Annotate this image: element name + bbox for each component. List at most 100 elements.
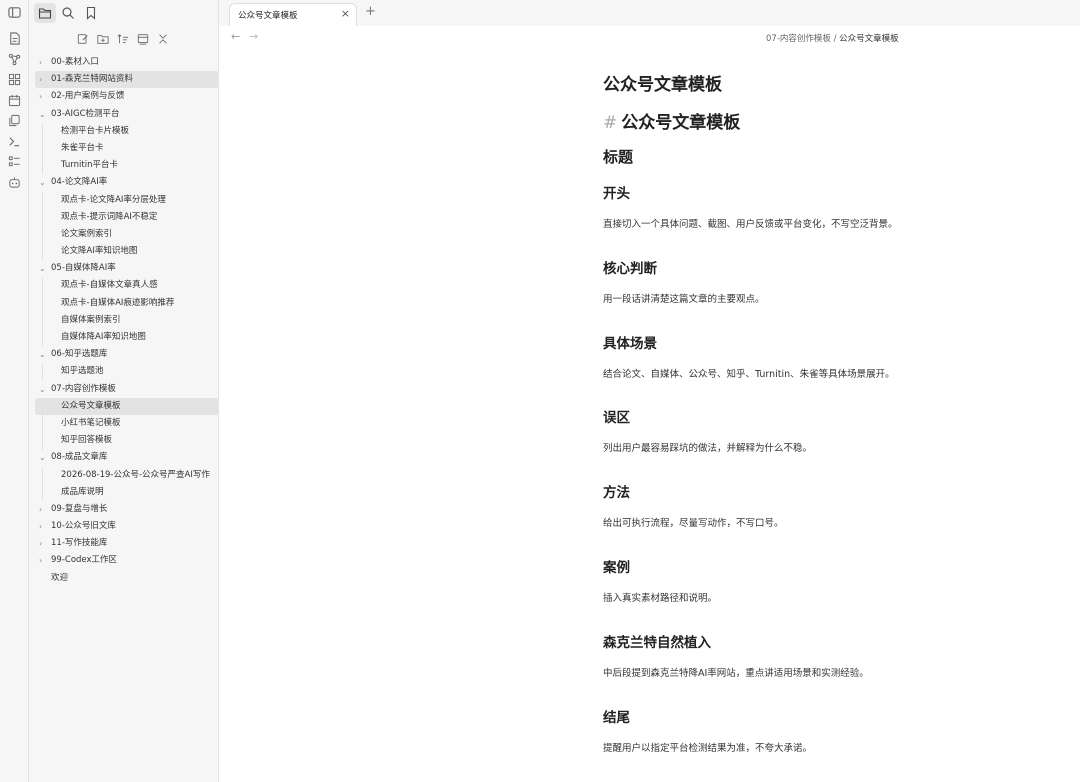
forward-arrow-icon[interactable]: → <box>249 30 258 43</box>
section-heading[interactable]: 森克兰特自然植入 <box>603 631 711 651</box>
tree-file-item[interactable]: 论文降AI率知识地图 <box>35 243 219 260</box>
chevron-right-icon[interactable]: › <box>39 501 47 518</box>
tree-item-label: 观点卡-自媒体AI痕迹影响推荐 <box>61 297 175 308</box>
tree-file-item[interactable]: 知乎选题池 <box>35 363 219 380</box>
section-paragraph[interactable]: 列出用户最容易踩坑的做法，并解释为什么不稳。 <box>603 440 812 454</box>
section-heading[interactable]: 核心判断 <box>603 257 657 277</box>
list-icon[interactable] <box>8 155 21 168</box>
back-arrow-icon[interactable]: ← <box>231 30 240 43</box>
file-icon[interactable] <box>8 32 21 45</box>
tree-folder-item[interactable]: ⌄ 08-成品文章库 <box>35 449 219 466</box>
tree-file-item[interactable]: 2026-08-19-公众号-公众号严查AI写作 <box>35 467 219 484</box>
tree-file-item[interactable]: Turnitin平台卡 <box>35 157 219 174</box>
tree-file-item[interactable]: 自媒体降AI率知识地图 <box>35 329 219 346</box>
section-paragraph[interactable]: 结合论文、自媒体、公众号、知乎、Turnitin、朱雀等具体场景展开。 <box>603 366 895 380</box>
tree-file-item[interactable]: 观点卡-提示词降AI不稳定 <box>35 209 219 226</box>
tree-item-label: 07-内容创作模板 <box>51 383 116 394</box>
collapse-icon[interactable] <box>137 33 149 45</box>
chevron-down-icon[interactable]: ⌄ <box>39 260 47 277</box>
section-heading[interactable]: 方法 <box>603 481 630 501</box>
tree-folder-item[interactable]: ⌄ 05-自媒体降AI率 <box>35 260 219 277</box>
chevron-down-icon[interactable]: ⌄ <box>39 174 47 191</box>
note-title[interactable]: 公众号文章模板 <box>603 70 722 95</box>
tree-folder-item[interactable]: ⌄ 04-论文降AI率 <box>35 174 219 191</box>
tab-bar: 公众号文章模板 × + <box>219 0 1080 26</box>
tree-folder-item[interactable]: › 11-写作技能库 <box>35 535 219 552</box>
tree-folder-item[interactable]: › 01-森克兰特网站资料 <box>35 71 219 89</box>
chevron-right-icon[interactable]: › <box>39 71 47 88</box>
tree-file-item[interactable]: 观点卡-自媒体文章真人感 <box>35 277 219 294</box>
tree-folder-item[interactable]: ⌄ 07-内容创作模板 <box>35 381 219 398</box>
tree-folder-item[interactable]: › 02-用户案例与反馈 <box>35 88 219 105</box>
tree-folder-item[interactable]: › 09-复盘与增长 <box>35 501 219 518</box>
tree-folder-item[interactable]: › 99-Codex工作区 <box>35 552 219 569</box>
tree-file-item[interactable]: 小红书笔记模板 <box>35 415 219 432</box>
chevron-down-icon[interactable]: ⌄ <box>39 106 47 123</box>
section-heading[interactable]: 案例 <box>603 556 630 576</box>
calendar-icon[interactable] <box>8 94 21 107</box>
section-heading[interactable]: 误区 <box>603 406 630 426</box>
folder-icon[interactable] <box>38 6 52 20</box>
section-paragraph[interactable]: 提醒用户以指定平台检测结果为准，不夸大承诺。 <box>603 740 812 754</box>
tree-file-item[interactable]: 朱雀平台卡 <box>35 140 219 157</box>
tree-file-item[interactable]: 观点卡-论文降AI率分层处理 <box>35 192 219 209</box>
tree-file-item[interactable]: 检测平台卡片模板 <box>35 123 219 140</box>
new-tab-icon[interactable]: + <box>365 4 376 19</box>
tree-item-label: 05-自媒体降AI率 <box>51 263 116 274</box>
bookmark-icon[interactable] <box>84 6 98 20</box>
section-paragraph[interactable]: 插入真实素材路径和说明。 <box>603 590 717 604</box>
chevron-right-icon[interactable]: › <box>39 535 47 552</box>
tab-close-icon[interactable]: × <box>341 7 350 20</box>
chevron-down-icon[interactable]: ⌄ <box>39 381 47 398</box>
tree-item-label: Turnitin平台卡 <box>61 160 118 171</box>
tree-folder-item[interactable]: › 10-公众号旧文库 <box>35 518 219 535</box>
heading-2[interactable]: 标题 <box>603 146 633 167</box>
breadcrumb-current[interactable]: 公众号文章模板 <box>839 34 899 44</box>
indent-guide <box>42 363 43 381</box>
close-icon[interactable] <box>157 33 169 45</box>
chevron-right-icon[interactable]: › <box>39 54 47 71</box>
new-folder-icon[interactable] <box>97 33 109 45</box>
tree-folder-item[interactable]: › 00-素材入口 <box>35 54 219 71</box>
chevron-right-icon[interactable]: › <box>39 88 47 105</box>
section-heading[interactable]: 具体场景 <box>603 332 657 352</box>
chevron-down-icon[interactable]: ⌄ <box>39 449 47 466</box>
new-note-icon[interactable] <box>77 33 89 45</box>
tree-file-item[interactable]: 公众号文章模板 <box>35 397 219 415</box>
chevron-right-icon[interactable]: › <box>39 518 47 535</box>
robot-icon[interactable] <box>8 176 21 189</box>
heading-1[interactable]: # 公众号文章模板 <box>603 108 740 133</box>
search-icon[interactable] <box>61 6 75 20</box>
terminal-icon[interactable] <box>8 135 21 148</box>
tree-file-item[interactable]: 论文案例索引 <box>35 226 219 243</box>
section-paragraph[interactable]: 给出可执行流程，尽量写动作，不写口号。 <box>603 515 784 529</box>
chevron-down-icon[interactable]: ⌄ <box>39 346 47 363</box>
tree-file-item[interactable]: 自媒体案例索引 <box>35 312 219 329</box>
tree-folder-item[interactable]: ⌄ 03-AIGC检测平台 <box>35 106 219 123</box>
tree-folder-item[interactable]: ⌄ 06-知乎选题库 <box>35 346 219 363</box>
tree-item-label: 自媒体案例索引 <box>61 314 121 325</box>
sidebar-toggle-icon[interactable] <box>8 6 21 19</box>
tree-file-item[interactable]: 欢迎 <box>35 570 219 587</box>
indent-guide <box>42 466 43 502</box>
tab-active[interactable]: 公众号文章模板 × <box>229 3 357 26</box>
grid-icon[interactable] <box>8 73 21 86</box>
section-heading[interactable]: 结尾 <box>603 706 630 726</box>
breadcrumb-folder[interactable]: 07-内容创作模板 <box>766 34 831 44</box>
tree-item-label: 欢迎 <box>51 572 69 583</box>
section-paragraph[interactable]: 直接切入一个具体问题、截图、用户反馈或平台变化，不写空泛背景。 <box>603 216 898 230</box>
tree-file-item[interactable]: 观点卡-自媒体AI痕迹影响推荐 <box>35 295 219 312</box>
tree-item-label: 论文降AI率知识地图 <box>61 246 138 257</box>
heading-1-text: 公众号文章模板 <box>621 113 741 133</box>
graph-icon[interactable] <box>8 53 21 66</box>
sort-icon[interactable] <box>117 33 129 45</box>
chevron-right-icon[interactable]: › <box>39 552 47 569</box>
tree-item-label: 09-复盘与增长 <box>51 503 108 514</box>
tree-item-label: 朱雀平台卡 <box>61 142 104 153</box>
section-paragraph[interactable]: 用一段话讲清楚这篇文章的主要观点。 <box>603 291 765 305</box>
section-paragraph[interactable]: 中后段提到森克兰特降AI率网站，重点讲适用场景和实测经验。 <box>603 665 869 679</box>
copy-icon[interactable] <box>8 114 21 127</box>
tree-file-item[interactable]: 成品库说明 <box>35 484 219 501</box>
tree-file-item[interactable]: 知乎回答模板 <box>35 432 219 449</box>
section-heading[interactable]: 开头 <box>603 182 630 202</box>
